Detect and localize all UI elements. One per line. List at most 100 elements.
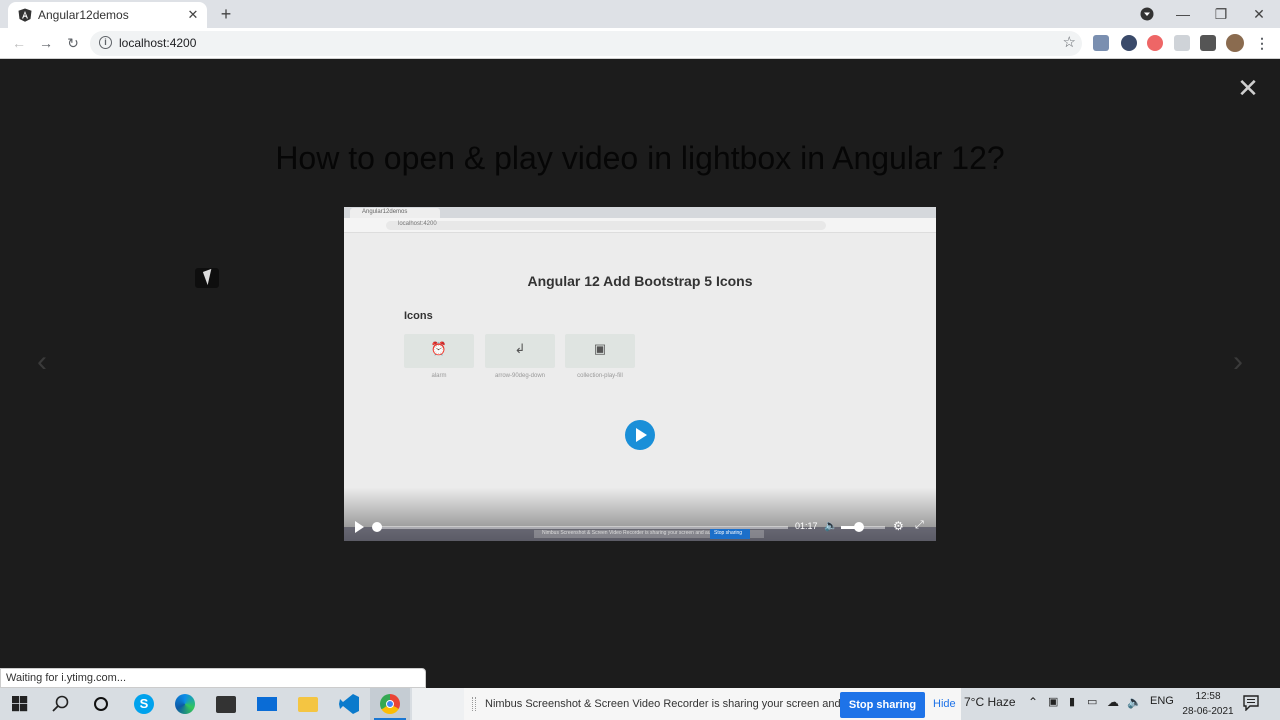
taskbar-clock[interactable]: 12:58 28-06-2021 (1172, 689, 1244, 719)
edge-icon (175, 694, 195, 714)
drag-handle-icon[interactable] (472, 697, 476, 711)
status-text: Waiting for i.ytimg.com... (6, 672, 127, 684)
play-icon (636, 428, 647, 442)
mail-taskbar-button[interactable] (247, 688, 287, 720)
shield-extension-icon[interactable] (1174, 35, 1190, 51)
video-heading: Angular 12 Add Bootstrap 5 Icons (527, 273, 753, 289)
restore-button[interactable]: ❐ (1210, 4, 1232, 24)
video-play-small-icon[interactable] (355, 521, 364, 533)
alarm-icon: ⏰ (430, 341, 448, 356)
extension-na-icon[interactable] (1121, 35, 1137, 51)
taskbar-blank-area (412, 688, 464, 720)
explorer-taskbar-button[interactable] (288, 688, 328, 720)
cortana-circle-icon (94, 697, 108, 711)
hide-sharing-button[interactable]: Hide (933, 698, 956, 710)
video-player[interactable]: Angular12demos localhost:4200 Angular 12… (344, 207, 936, 541)
minimize-button[interactable]: — (1172, 4, 1194, 24)
angular-logo-icon (18, 8, 32, 22)
lightbox-close-icon[interactable]: ✕ (1236, 75, 1260, 101)
collection-play-icon: ▣ (593, 341, 607, 356)
skype-icon: S (134, 694, 154, 714)
video-frame-tabbar: Angular12demos (344, 207, 936, 218)
clock-date: 28-06-2021 (1182, 706, 1234, 717)
video-progress-track[interactable] (374, 526, 788, 529)
video-frame-tab-title: Angular12demos (362, 209, 408, 215)
search-button[interactable] (41, 688, 81, 720)
browser-toolbar: ← → ↻ i localhost:4200 ☆ ⋮ (0, 28, 1280, 59)
start-button[interactable] (0, 688, 40, 720)
clock-time: 12:58 (1195, 691, 1221, 702)
puzzle-extensions-icon[interactable] (1200, 35, 1216, 51)
forward-button[interactable]: → (36, 33, 56, 53)
video-frame-omnibox: localhost:4200 (386, 221, 826, 230)
video-icon-label: arrow-90deg-down (494, 373, 546, 379)
lightbox-title: How to open & play video in lightbox in … (275, 140, 1005, 176)
screen-sharing-bar: Nimbus Screenshot & Screen Video Recorde… (464, 688, 961, 720)
chrome-taskbar-button[interactable] (370, 688, 410, 720)
weather-text[interactable]: 7°C Haze (964, 695, 1016, 709)
settings-gear-icon[interactable]: ⚙ (893, 519, 904, 533)
search-icon (52, 695, 69, 712)
windows-taskbar: S Nimbus Screenshot & Screen Video Recor… (0, 688, 1280, 720)
video-icon-label: collection-play-fill (577, 373, 623, 379)
store-taskbar-button[interactable] (206, 688, 246, 720)
chrome-icon (380, 694, 400, 714)
address-bar[interactable]: i localhost:4200 ☆ (90, 31, 1082, 56)
browser-tab[interactable]: Angular12demos ✕ (8, 2, 207, 28)
video-icon-card: ↲ (485, 334, 555, 368)
site-info-icon[interactable]: i (99, 36, 112, 49)
volume-knob[interactable] (854, 522, 864, 532)
network-icon[interactable]: ☁ (1107, 695, 1119, 709)
video-subheading: Icons (404, 310, 433, 322)
back-button[interactable]: ← (9, 33, 29, 53)
video-frame-addressbar: localhost:4200 (344, 218, 936, 233)
volume-icon[interactable]: 🔈 (824, 519, 838, 532)
skype-taskbar-button[interactable]: S (124, 688, 164, 720)
language-indicator[interactable]: ENG (1150, 695, 1174, 707)
mail-icon (257, 697, 277, 711)
record-extension-icon[interactable] (1147, 35, 1163, 51)
extension-icon[interactable] (1093, 35, 1109, 51)
task-view-button[interactable] (81, 688, 121, 720)
video-time: 01:17 (795, 521, 818, 531)
url-text: localhost:4200 (119, 36, 197, 50)
bookmark-star-icon[interactable]: ☆ (1063, 33, 1076, 51)
video-icon-card: ⏰ (404, 334, 474, 368)
arrow-90deg-down-icon: ↲ (514, 341, 526, 356)
menu-kebab-icon[interactable]: ⋮ (1252, 33, 1272, 53)
meet-now-icon[interactable]: ▣ (1048, 695, 1058, 708)
video-icon-label: alarm (431, 373, 447, 379)
edge-taskbar-button[interactable] (165, 688, 205, 720)
windows-logo-icon (12, 696, 28, 712)
video-frame-url: localhost:4200 (398, 221, 437, 227)
reload-button[interactable]: ↻ (63, 33, 83, 53)
video-frame-tab: Angular12demos (350, 208, 440, 218)
profile-avatar[interactable] (1226, 34, 1244, 52)
status-bubble: Waiting for i.ytimg.com... (0, 668, 426, 688)
stop-sharing-button[interactable]: Stop sharing (840, 692, 925, 718)
folder-icon (298, 697, 318, 712)
tab-close-icon[interactable]: ✕ (185, 7, 201, 23)
fullscreen-icon[interactable]: ⤢ (915, 519, 924, 532)
notification-icon[interactable] (1242, 695, 1260, 711)
lightbox-overlay: ✕ How to open & play video in lightbox i… (0, 60, 1280, 688)
store-bag-icon (216, 696, 236, 713)
tray-chevron-up-icon[interactable]: ⌃ (1028, 695, 1038, 709)
lightbox-next-icon[interactable]: › (1223, 344, 1253, 380)
tab-title: Angular12demos (38, 8, 129, 22)
video-play-button[interactable] (625, 420, 655, 450)
new-tab-button[interactable]: + (217, 4, 235, 24)
video-progress-knob[interactable] (372, 522, 382, 532)
battery-icon[interactable]: ▭ (1087, 695, 1097, 708)
video-controls: 01:17 🔈 ⚙ ⤢ (344, 517, 936, 541)
video-icon-card: ▣ (565, 334, 635, 368)
speaker-icon[interactable]: 🔈 (1127, 695, 1142, 709)
sharing-message: Nimbus Screenshot & Screen Video Recorde… (485, 698, 874, 710)
profile-dropdown-icon[interactable] (1140, 7, 1154, 21)
browser-tab-strip: Angular12demos ✕ + — ❐ ✕ (0, 0, 1280, 28)
vscode-icon (339, 694, 359, 714)
lightbox-prev-icon[interactable]: ‹ (27, 344, 57, 380)
window-close-button[interactable]: ✕ (1248, 4, 1270, 24)
microphone-icon[interactable]: ▮ (1069, 695, 1075, 708)
vscode-taskbar-button[interactable] (329, 688, 369, 720)
